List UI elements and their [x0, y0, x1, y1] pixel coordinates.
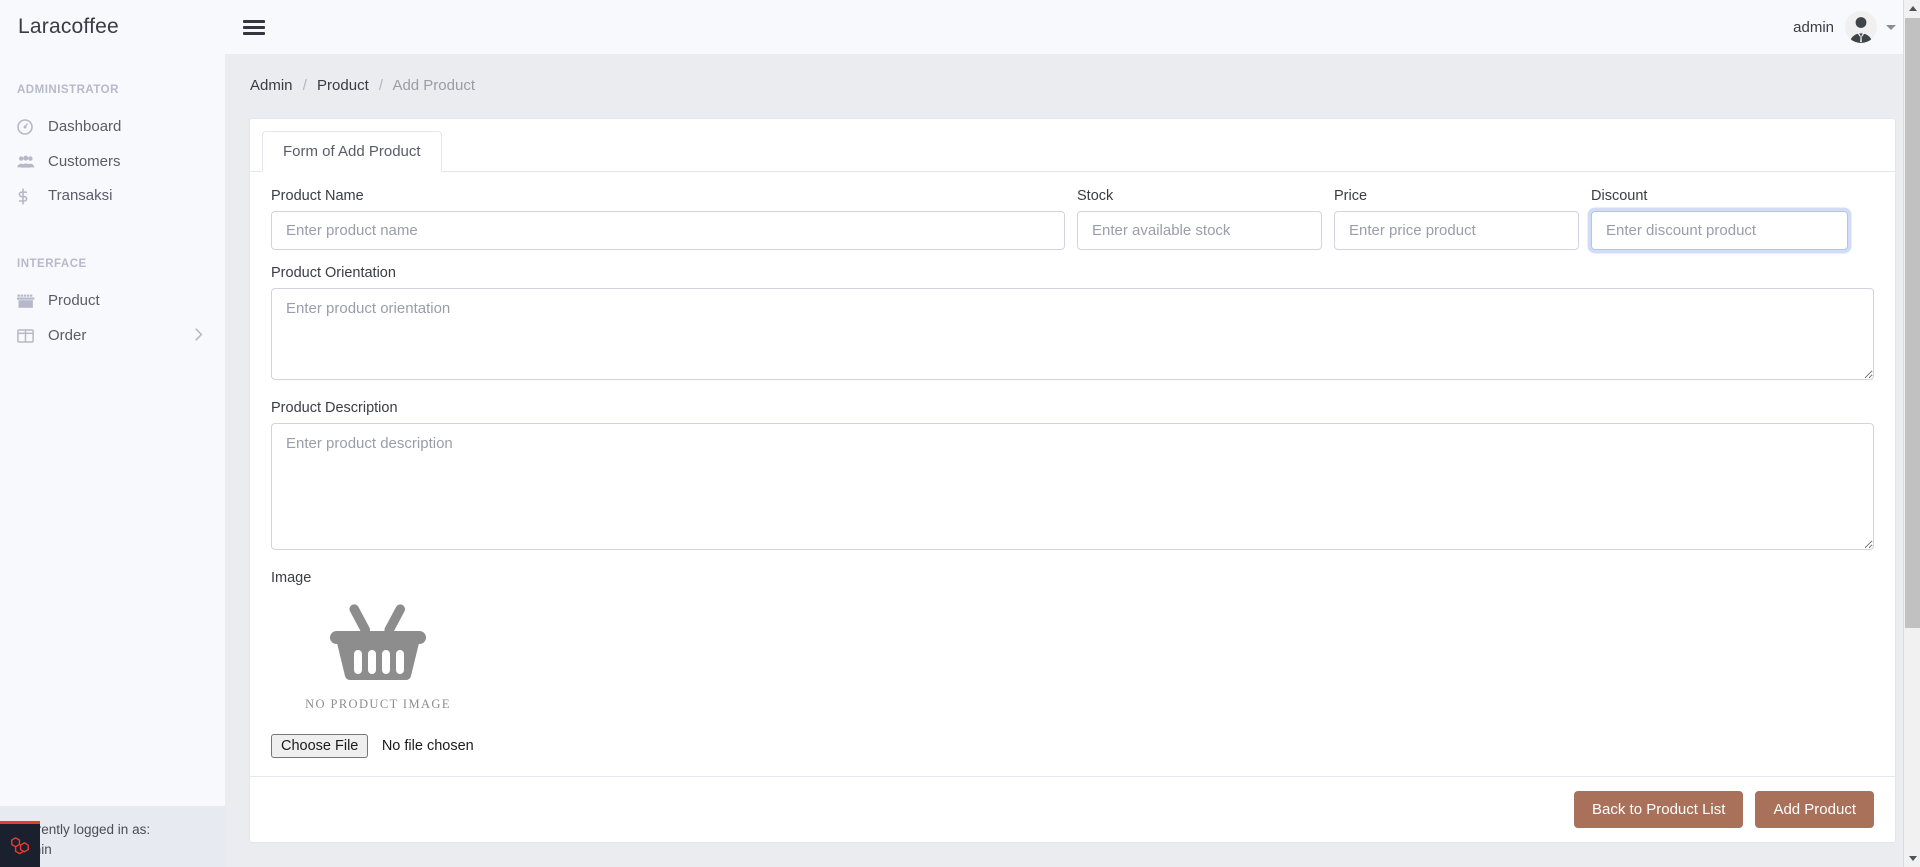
page-scrollbar[interactable]: [1903, 0, 1920, 867]
card-footer: Back to Product List Add Product: [250, 776, 1895, 842]
breadcrumb: Admin / Product / Add Product: [249, 54, 1896, 94]
sidebar-item-dashboard[interactable]: Dashboard: [0, 110, 225, 145]
file-status-label: No file chosen: [382, 738, 474, 754]
label-image: Image: [271, 570, 1874, 586]
image-section: Image N: [271, 570, 1874, 762]
no-product-image-text: NO PRODUCT IMAGE: [299, 697, 457, 712]
shopping-basket-icon: [328, 598, 428, 682]
label-stock: Stock: [1077, 188, 1322, 204]
chevron-right-icon: [195, 328, 203, 344]
app-root: Laracoffee ADMINISTRATOR Dashboard: [0, 0, 1920, 867]
columns-icon: [17, 329, 39, 343]
no-product-image-placeholder: NO PRODUCT IMAGE: [299, 598, 457, 712]
laravel-debugbar-icon[interactable]: [0, 821, 40, 867]
sidebar-nav: ADMINISTRATOR Dashboard: [0, 54, 225, 806]
add-product-card: Form of Add Product Product Name Stock: [249, 118, 1896, 843]
content-area: Admin / Product / Add Product Form of Ad…: [225, 54, 1920, 867]
product-name-input[interactable]: [271, 211, 1065, 250]
logged-in-username: admin: [15, 840, 225, 860]
label-discount: Discount: [1591, 188, 1848, 204]
scrollbar-up-arrow-icon[interactable]: [1904, 0, 1920, 17]
field-group-product-name: Product Name: [271, 188, 1077, 250]
main-area: admin Admin / Product / Add Product: [225, 0, 1920, 867]
nav-heading-administrator: ADMINISTRATOR: [0, 84, 225, 96]
choose-file-button[interactable]: Choose File: [271, 734, 368, 758]
tachometer-icon: [17, 119, 39, 135]
label-price: Price: [1334, 188, 1579, 204]
field-group-discount: Discount: [1591, 188, 1848, 250]
sidebar-item-order[interactable]: Order: [0, 319, 225, 354]
breadcrumb-separator: /: [303, 77, 307, 94]
breadcrumb-separator: /: [379, 77, 383, 94]
sidebar-item-label: Product: [48, 293, 100, 310]
dollar-sign-icon: [17, 188, 39, 205]
scrollbar-down-arrow-icon[interactable]: [1904, 850, 1920, 867]
back-to-product-list-button[interactable]: Back to Product List: [1574, 791, 1743, 828]
topbar-username: admin: [1793, 19, 1834, 36]
label-product-name: Product Name: [271, 188, 1065, 204]
scrollbar-thumb[interactable]: [1905, 18, 1920, 628]
card-tabbar: Form of Add Product: [250, 119, 1895, 172]
sidebar: Laracoffee ADMINISTRATOR Dashboard: [0, 0, 225, 867]
brand-logo[interactable]: Laracoffee: [0, 0, 225, 54]
label-product-orientation: Product Orientation: [271, 265, 1874, 281]
label-product-description: Product Description: [271, 400, 1874, 416]
sidebar-item-product[interactable]: Product: [0, 284, 225, 319]
sidebar-item-transaksi[interactable]: Transaksi: [0, 179, 225, 214]
breadcrumb-item-admin[interactable]: Admin: [250, 77, 293, 94]
add-product-button[interactable]: Add Product: [1755, 791, 1874, 828]
form-row-top: Product Name Stock Price Discount: [271, 188, 1874, 265]
field-group-stock: Stock: [1077, 188, 1334, 250]
store-icon: [17, 294, 39, 309]
sidebar-item-label: Transaksi: [48, 188, 112, 205]
breadcrumb-item-add-product: Add Product: [392, 77, 475, 94]
users-icon: [17, 155, 39, 169]
logged-in-label: Currently logged in as:: [15, 820, 225, 840]
field-group-product-description: Product Description: [271, 400, 1874, 555]
add-product-form: Product Name Stock Price Discount: [250, 172, 1895, 762]
sidebar-item-label: Order: [48, 328, 86, 345]
sidebar-item-label: Customers: [48, 154, 121, 171]
tab-label: Form of Add Product: [283, 143, 421, 160]
product-description-textarea[interactable]: [271, 423, 1874, 550]
tab-form-of-add-product[interactable]: Form of Add Product: [262, 131, 442, 172]
caret-down-icon[interactable]: [1886, 25, 1896, 30]
discount-input[interactable]: [1591, 211, 1848, 250]
stock-input[interactable]: [1077, 211, 1322, 250]
product-orientation-textarea[interactable]: [271, 288, 1874, 380]
sidebar-item-label: Dashboard: [48, 119, 121, 136]
field-group-price: Price: [1334, 188, 1591, 250]
sidebar-item-customers[interactable]: Customers: [0, 145, 225, 180]
file-input-row[interactable]: Choose File No file chosen: [271, 734, 1874, 762]
breadcrumb-item-product[interactable]: Product: [317, 77, 369, 94]
field-group-product-orientation: Product Orientation: [271, 265, 1874, 385]
avatar[interactable]: [1845, 11, 1877, 43]
nav-heading-interface: INTERFACE: [0, 258, 225, 270]
hamburger-icon[interactable]: [243, 20, 265, 35]
price-input[interactable]: [1334, 211, 1579, 250]
brand-title: Laracoffee: [18, 15, 119, 39]
topbar: admin: [225, 0, 1920, 54]
